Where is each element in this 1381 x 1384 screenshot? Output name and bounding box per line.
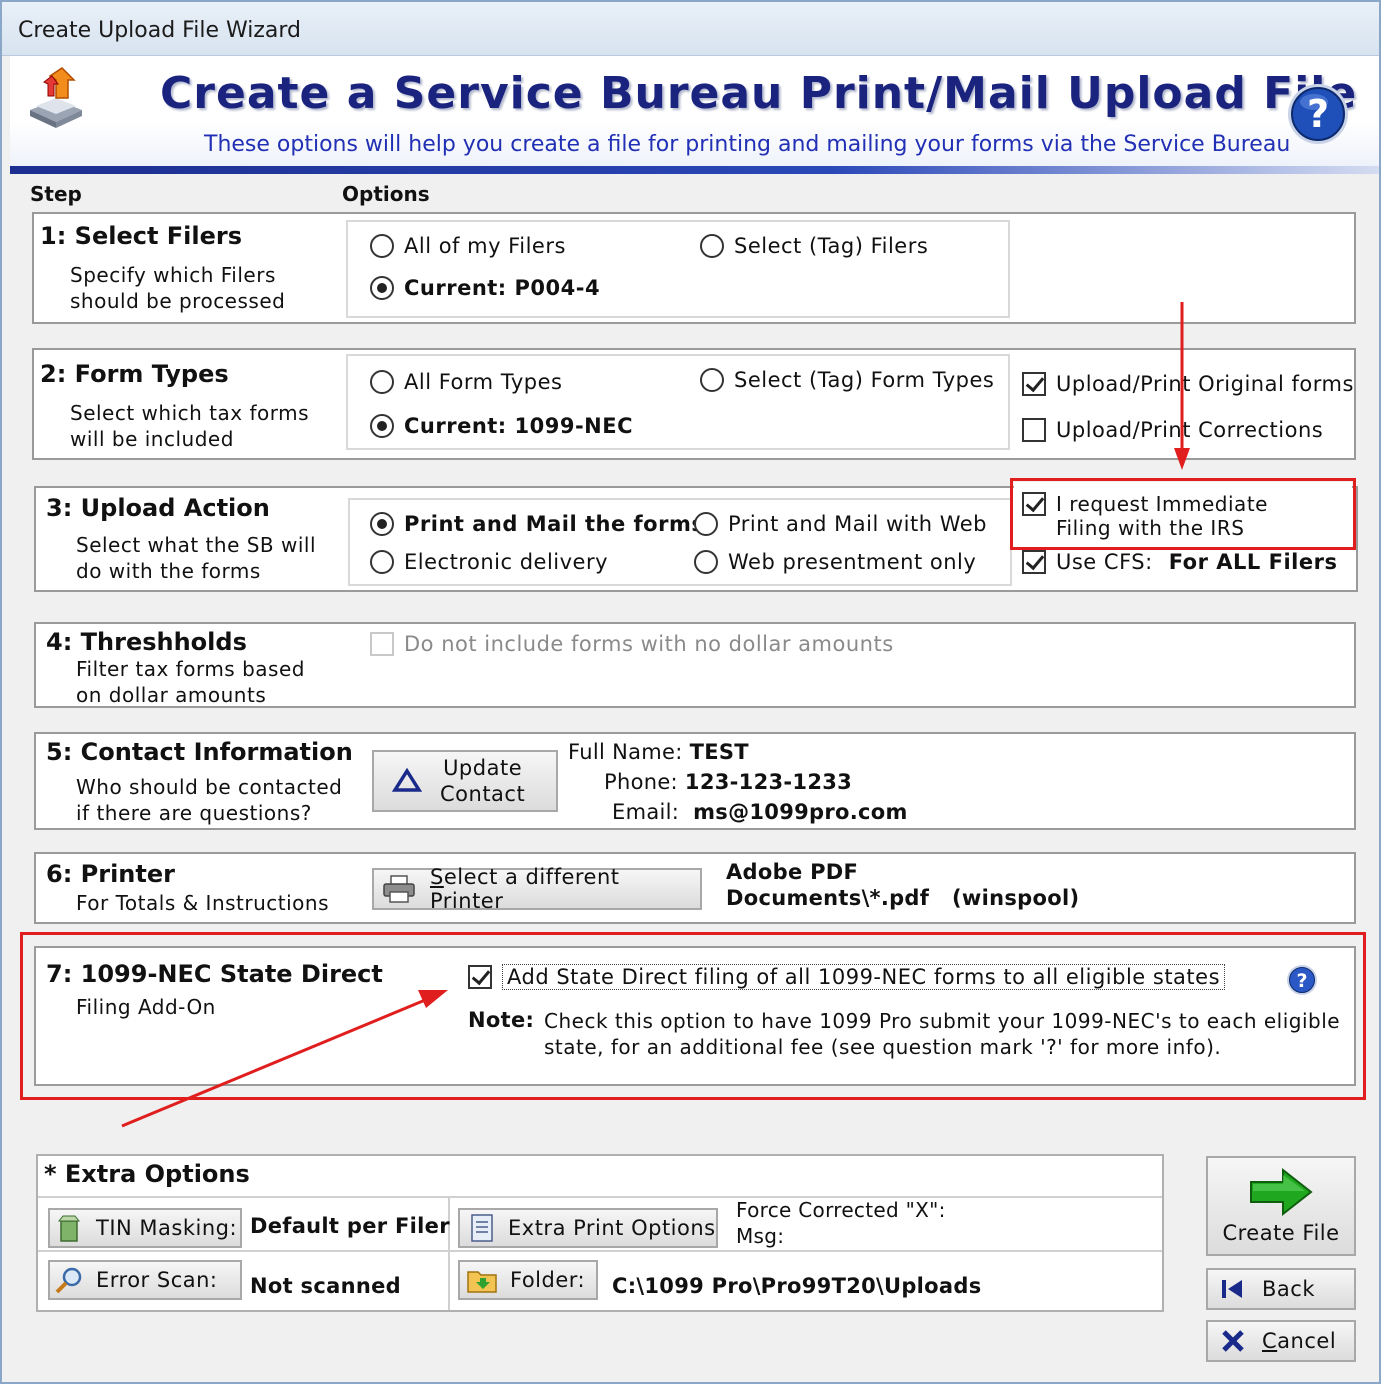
arrow-head-down — [1174, 448, 1190, 470]
arrow-head-right — [418, 990, 448, 1008]
wizard-window: Create Upload File Wizard Create a Servi… — [0, 0, 1381, 1384]
arrow-line-diagonal — [121, 996, 431, 1128]
annotation-arrows — [121, 302, 1190, 1128]
